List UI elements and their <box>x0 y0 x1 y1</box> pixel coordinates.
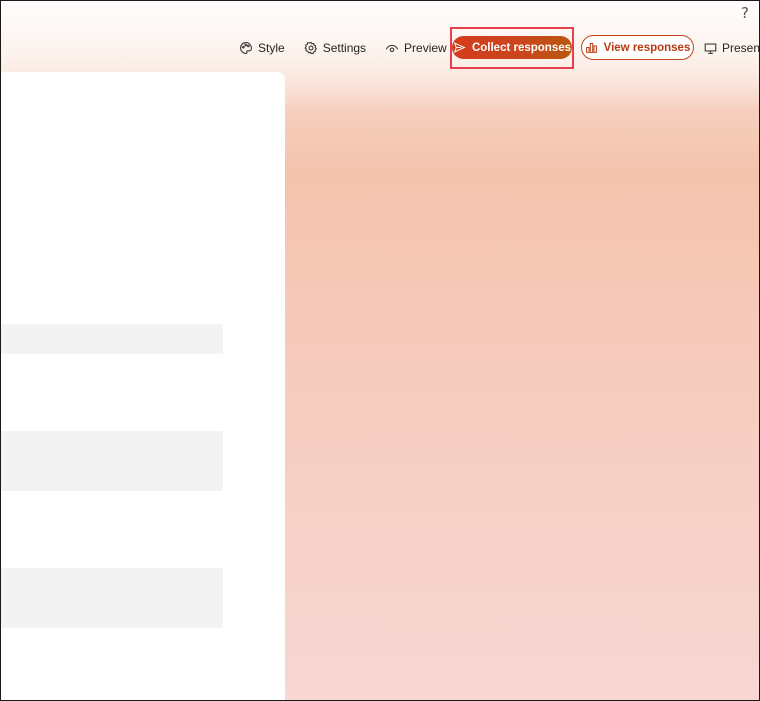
app-window: ? Style Settings Preview Collect respons… <box>0 0 760 701</box>
collect-responses-button[interactable]: Collect responses <box>452 36 572 59</box>
eye-icon <box>385 44 399 53</box>
monitor-icon <box>704 43 717 54</box>
settings-label: Settings <box>322 41 367 55</box>
collect-responses-label: Collect responses <box>471 41 572 54</box>
present-label: Present <box>722 41 760 55</box>
preview-label: Preview <box>404 41 447 55</box>
view-responses-label: View responses <box>603 41 691 54</box>
help-button[interactable]: ? <box>741 4 749 22</box>
present-button[interactable]: Present <box>704 36 760 60</box>
view-responses-button[interactable]: View responses <box>581 35 694 60</box>
style-label: Style <box>258 41 285 55</box>
bar-chart-icon <box>585 42 597 53</box>
form-card <box>1 72 285 700</box>
send-icon <box>453 42 466 53</box>
form-field-2[interactable] <box>1 431 223 491</box>
form-field-1[interactable] <box>1 324 223 354</box>
palette-icon <box>240 42 252 54</box>
preview-button[interactable]: Preview <box>385 36 447 60</box>
form-field-3[interactable] <box>1 568 223 628</box>
settings-button[interactable]: Settings <box>304 36 366 60</box>
gear-icon <box>304 41 317 55</box>
style-button[interactable]: Style <box>239 36 285 60</box>
